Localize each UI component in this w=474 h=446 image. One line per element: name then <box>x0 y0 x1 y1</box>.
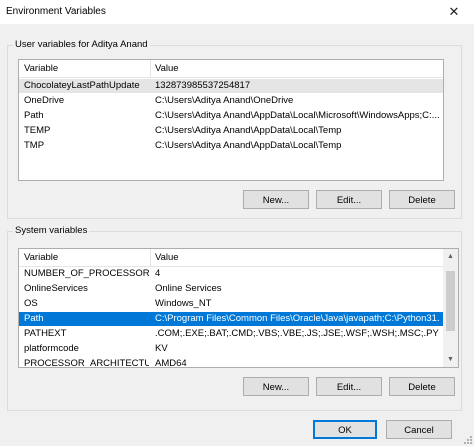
table-row[interactable]: TEMP C:\Users\Aditya Anand\AppData\Local… <box>19 124 443 138</box>
table-row[interactable]: PROCESSOR_ARCHITECTURE AMD64 <box>19 357 443 368</box>
system-variables-list[interactable]: Variable Value NUMBER_OF_PROCESSORS 4 On… <box>18 248 459 368</box>
column-header-value[interactable]: Value <box>155 252 179 263</box>
user-new-button[interactable]: New... <box>243 190 309 209</box>
table-row[interactable]: OS Windows_NT <box>19 297 443 311</box>
title-bar: Environment Variables ✕ <box>0 0 474 24</box>
column-divider[interactable] <box>150 249 151 266</box>
table-row[interactable]: Path C:\Users\Aditya Anand\AppData\Local… <box>19 109 443 123</box>
table-row[interactable]: TMP C:\Users\Aditya Anand\AppData\Local\… <box>19 139 443 153</box>
column-header-value[interactable]: Value <box>155 63 179 74</box>
close-icon[interactable]: ✕ <box>434 0 474 24</box>
list-header: Variable Value <box>19 60 443 78</box>
system-variables-label: System variables <box>13 225 90 236</box>
variable-cell: TMP <box>24 140 45 151</box>
resize-grip-icon[interactable] <box>462 434 472 444</box>
table-row[interactable]: PATHEXT .COM;.EXE;.BAT;.CMD;.VBS;.VBE;.J… <box>19 327 443 341</box>
value-cell: C:\Program Files\Common Files\Oracle\Jav… <box>155 313 439 324</box>
column-divider[interactable] <box>150 60 151 77</box>
table-row[interactable]: NUMBER_OF_PROCESSORS 4 <box>19 267 443 281</box>
table-row-selected[interactable]: Path C:\Program Files\Common Files\Oracl… <box>19 312 443 326</box>
system-edit-button[interactable]: Edit... <box>316 377 382 396</box>
table-row[interactable]: ChocolateyLastPathUpdate 132873985537254… <box>19 79 443 93</box>
variable-cell: TEMP <box>24 125 51 136</box>
scroll-up-icon[interactable]: ▲ <box>443 249 458 264</box>
scrollbar-thumb[interactable] <box>446 271 455 331</box>
window-title: Environment Variables <box>6 6 106 17</box>
value-cell: 4 <box>155 268 161 279</box>
variable-cell: ChocolateyLastPathUpdate <box>24 80 140 91</box>
variable-cell: PATHEXT <box>24 328 67 339</box>
user-variables-label: User variables for Aditya Anand <box>13 39 150 50</box>
scroll-down-icon[interactable]: ▼ <box>443 352 458 367</box>
value-cell: AMD64 <box>155 358 187 368</box>
value-cell: C:\Users\Aditya Anand\AppData\Local\Temp <box>155 140 342 151</box>
variable-cell: Path <box>24 313 44 324</box>
user-edit-button[interactable]: Edit... <box>316 190 382 209</box>
variable-cell: platformcode <box>24 343 79 354</box>
table-row[interactable]: OneDrive C:\Users\Aditya Anand\OneDrive <box>19 94 443 108</box>
variable-cell: OneDrive <box>24 95 65 106</box>
vertical-scrollbar[interactable]: ▲ ▼ <box>443 249 458 367</box>
value-cell: Online Services <box>155 283 222 294</box>
table-row[interactable]: platformcode KV <box>19 342 443 356</box>
value-cell: C:\Users\Aditya Anand\OneDrive <box>155 95 294 106</box>
variable-cell: OnlineServices <box>24 283 88 294</box>
variable-cell: NUMBER_OF_PROCESSORS <box>24 268 149 279</box>
table-row[interactable]: OnlineServices Online Services <box>19 282 443 296</box>
variable-cell: OS <box>24 298 38 309</box>
variable-cell: PROCESSOR_ARCHITECTURE <box>24 358 149 368</box>
value-cell: KV <box>155 343 168 354</box>
user-variables-list[interactable]: Variable Value ChocolateyLastPathUpdate … <box>18 59 444 181</box>
system-delete-button[interactable]: Delete <box>389 377 455 396</box>
cancel-button[interactable]: Cancel <box>386 420 452 439</box>
system-new-button[interactable]: New... <box>243 377 309 396</box>
value-cell: Windows_NT <box>155 298 212 309</box>
column-header-variable[interactable]: Variable <box>24 63 58 74</box>
ok-button[interactable]: OK <box>313 420 377 439</box>
user-delete-button[interactable]: Delete <box>389 190 455 209</box>
variable-cell: Path <box>24 110 44 121</box>
value-cell: .COM;.EXE;.BAT;.CMD;.VBS;.VBE;.JS;.JSE;.… <box>155 328 439 339</box>
value-cell: 132873985537254817 <box>155 80 251 91</box>
value-cell: C:\Users\Aditya Anand\AppData\Local\Micr… <box>155 110 439 121</box>
list-header: Variable Value <box>19 249 443 267</box>
column-header-variable[interactable]: Variable <box>24 252 58 263</box>
value-cell: C:\Users\Aditya Anand\AppData\Local\Temp <box>155 125 342 136</box>
